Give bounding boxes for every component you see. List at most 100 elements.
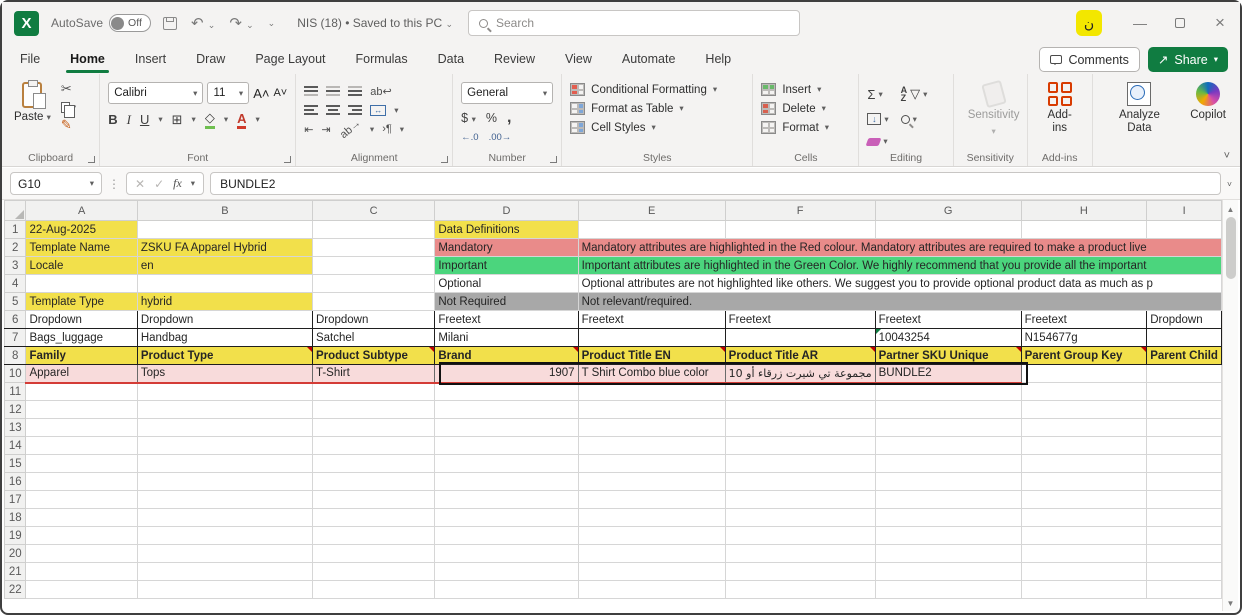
- cell-I11[interactable]: [1147, 383, 1222, 401]
- user-avatar[interactable]: ن: [1076, 10, 1102, 36]
- cell-F6[interactable]: Freetext: [725, 311, 875, 329]
- cell-G20[interactable]: [875, 545, 1021, 563]
- cell-F12[interactable]: [725, 401, 875, 419]
- col-header-D[interactable]: D: [435, 201, 578, 221]
- row-header-11[interactable]: 11: [5, 383, 26, 401]
- formula-input[interactable]: BUNDLE2: [210, 172, 1221, 195]
- cell-H11[interactable]: [1021, 383, 1147, 401]
- cell-A5[interactable]: Template Type: [26, 293, 137, 311]
- cell-G13[interactable]: [875, 419, 1021, 437]
- tab-home[interactable]: Home: [68, 48, 107, 70]
- row-header-14[interactable]: 14: [5, 437, 26, 455]
- tab-help[interactable]: Help: [703, 48, 733, 70]
- cell-H8[interactable]: Parent Group Key: [1021, 347, 1147, 365]
- borders-button[interactable]: ⊞: [172, 112, 183, 128]
- fill-color-button[interactable]: ◇: [205, 110, 215, 129]
- cell-E22[interactable]: [578, 581, 725, 599]
- cell-G11[interactable]: [875, 383, 1021, 401]
- tab-formulas[interactable]: Formulas: [354, 48, 410, 70]
- expand-formula-bar-icon[interactable]: ˅: [1227, 179, 1232, 189]
- insert-cells-button[interactable]: Insert▾: [761, 83, 829, 96]
- cell-H19[interactable]: [1021, 527, 1147, 545]
- find-select-button[interactable]: ▾: [901, 114, 928, 125]
- comments-button[interactable]: Comments: [1039, 47, 1139, 72]
- cell-A4[interactable]: [26, 275, 137, 293]
- cell-A20[interactable]: [26, 545, 137, 563]
- tab-view[interactable]: View: [563, 48, 594, 70]
- shrink-font-button[interactable]: A˅: [273, 87, 287, 99]
- minimize-button[interactable]: —: [1120, 2, 1160, 44]
- cell-D7[interactable]: Milani: [435, 329, 578, 347]
- insert-function-icon[interactable]: fx: [173, 176, 182, 191]
- scroll-down-icon[interactable]: ▼: [1227, 594, 1235, 611]
- cell-A3[interactable]: Locale: [26, 257, 137, 275]
- cell-A13[interactable]: [26, 419, 137, 437]
- row-header-3[interactable]: 3: [5, 257, 26, 275]
- undo-button[interactable]: ↶ ⌄: [191, 14, 215, 32]
- tab-file[interactable]: File: [18, 48, 42, 70]
- cell-C11[interactable]: [312, 383, 434, 401]
- cell-A8[interactable]: Family: [26, 347, 137, 365]
- col-header-G[interactable]: G: [875, 201, 1021, 221]
- cell-D13[interactable]: [435, 419, 578, 437]
- cell-A14[interactable]: [26, 437, 137, 455]
- cell-C12[interactable]: [312, 401, 434, 419]
- cell-H20[interactable]: [1021, 545, 1147, 563]
- cell-C3[interactable]: [312, 257, 434, 275]
- cell-A19[interactable]: [26, 527, 137, 545]
- cell-D5[interactable]: Not Required: [435, 293, 578, 311]
- autosum-button[interactable]: Σ ▾: [867, 87, 888, 102]
- cell-I1[interactable]: [1147, 221, 1222, 239]
- cell-H12[interactable]: [1021, 401, 1147, 419]
- cell-E3[interactable]: Important attributes are highlighted in …: [578, 257, 1221, 275]
- cell-B7[interactable]: Handbag: [137, 329, 312, 347]
- cell-G17[interactable]: [875, 491, 1021, 509]
- cell-styles-button[interactable]: Cell Styles▾: [570, 121, 717, 134]
- increase-decimal-button[interactable]: ←.0: [461, 132, 478, 143]
- cell-D8[interactable]: Brand: [435, 347, 578, 365]
- cell-G8[interactable]: Partner SKU Unique: [875, 347, 1021, 365]
- cell-G15[interactable]: [875, 455, 1021, 473]
- cell-C16[interactable]: [312, 473, 434, 491]
- close-button[interactable]: ×: [1200, 2, 1240, 44]
- row-header-7[interactable]: 7: [5, 329, 26, 347]
- cell-A6[interactable]: Dropdown: [26, 311, 137, 329]
- cell-F19[interactable]: [725, 527, 875, 545]
- cell-I22[interactable]: [1147, 581, 1222, 599]
- cell-G10[interactable]: BUNDLE2: [875, 365, 1021, 383]
- cell-E17[interactable]: [578, 491, 725, 509]
- cell-E15[interactable]: [578, 455, 725, 473]
- cell-E16[interactable]: [578, 473, 725, 491]
- merge-center-button[interactable]: ↔: [370, 105, 386, 116]
- cell-C10[interactable]: T-Shirt: [312, 365, 434, 383]
- cell-B6[interactable]: Dropdown: [137, 311, 312, 329]
- cell-C5[interactable]: [312, 293, 434, 311]
- scrollbar-thumb[interactable]: [1226, 217, 1236, 279]
- row-header-2[interactable]: 2: [5, 239, 26, 257]
- underline-button[interactable]: U: [140, 112, 149, 127]
- conditional-formatting-button[interactable]: Conditional Formatting▾: [570, 83, 717, 96]
- cell-G14[interactable]: [875, 437, 1021, 455]
- cell-D2[interactable]: Mandatory: [435, 239, 578, 257]
- cell-F20[interactable]: [725, 545, 875, 563]
- select-all-corner[interactable]: [5, 201, 26, 221]
- cell-H1[interactable]: [1021, 221, 1147, 239]
- cell-D1[interactable]: Data Definitions: [435, 221, 578, 239]
- cell-B16[interactable]: [137, 473, 312, 491]
- cell-C4[interactable]: [312, 275, 434, 293]
- cell-B1[interactable]: [137, 221, 312, 239]
- tab-draw[interactable]: Draw: [194, 48, 227, 70]
- cell-E20[interactable]: [578, 545, 725, 563]
- cell-D6[interactable]: Freetext: [435, 311, 578, 329]
- cell-G21[interactable]: [875, 563, 1021, 581]
- cancel-entry-icon[interactable]: ✕: [135, 177, 145, 191]
- cell-D17[interactable]: [435, 491, 578, 509]
- cell-C19[interactable]: [312, 527, 434, 545]
- cell-I10[interactable]: [1147, 365, 1222, 383]
- cell-A15[interactable]: [26, 455, 137, 473]
- row-header-21[interactable]: 21: [5, 563, 26, 581]
- cell-C8[interactable]: Product Subtype: [312, 347, 434, 365]
- cell-F7[interactable]: [725, 329, 875, 347]
- delete-cells-button[interactable]: Delete▾: [761, 102, 829, 115]
- cell-B21[interactable]: [137, 563, 312, 581]
